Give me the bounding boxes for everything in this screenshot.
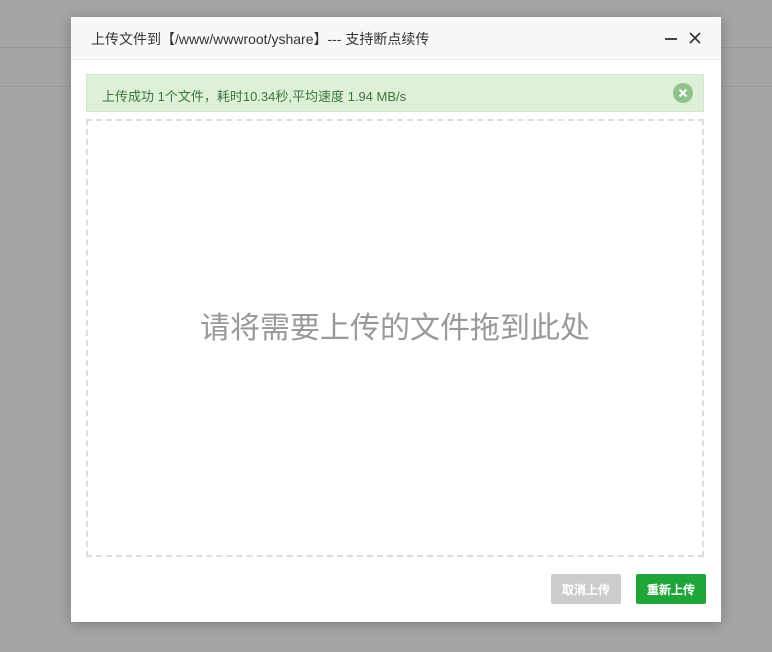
dialog-titlebar: 上传文件到【/www/wwwroot/yshare】--- 支持断点续传 <box>71 17 721 60</box>
reupload-button[interactable]: 重新上传 <box>636 574 706 604</box>
minimize-icon[interactable] <box>661 28 681 48</box>
file-drop-zone[interactable]: 请将需要上传的文件拖到此处 <box>86 119 704 557</box>
alert-message: 上传成功 1个文件，耗时10.34秒,平均速度 1.94 MB/s <box>102 89 407 104</box>
close-icon[interactable] <box>685 28 705 48</box>
upload-success-alert: 上传成功 1个文件，耗时10.34秒,平均速度 1.94 MB/s <box>86 74 704 112</box>
upload-dialog: 上传文件到【/www/wwwroot/yshare】--- 支持断点续传 上传成… <box>71 17 721 622</box>
circle-x-icon[interactable] <box>673 83 693 103</box>
cancel-upload-button[interactable]: 取消上传 <box>551 574 621 604</box>
drop-hint: 请将需要上传的文件拖到此处 <box>200 312 590 345</box>
dialog-title: 上传文件到【/www/wwwroot/yshare】--- 支持断点续传 <box>91 31 430 47</box>
